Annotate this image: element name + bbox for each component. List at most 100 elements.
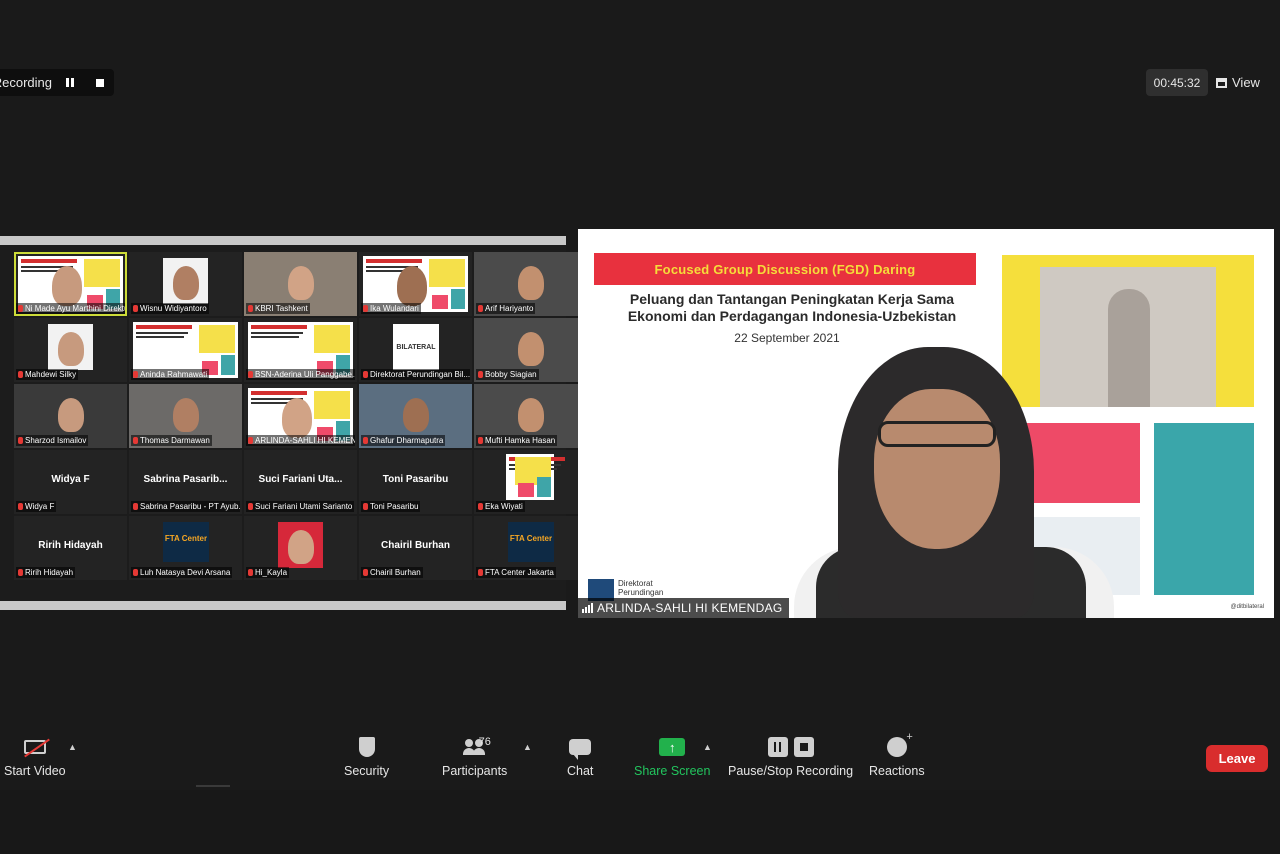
participant-tile[interactable]: Sharzod Ismailov xyxy=(14,384,127,448)
participant-name-label: Aninda Rahmawati xyxy=(131,369,210,380)
share-options-caret-icon[interactable]: ▲ xyxy=(703,742,712,752)
participant-tile[interactable]: Ghafur Dharmaputra xyxy=(359,384,472,448)
participant-display-name: Ririh Hidayah xyxy=(38,540,103,551)
participant-name-label: Hi_Kayla xyxy=(246,567,290,578)
participant-name-label: BSN-Aderina Uli Panggabe... xyxy=(246,369,355,380)
participant-tile[interactable]: Suci Fariani Uta... Suci Fariani Utami Sa… xyxy=(244,450,357,514)
participant-tile[interactable]: Eka Wiyati xyxy=(474,450,587,514)
participant-tile[interactable]: BSN-Aderina Uli Panggabe... xyxy=(244,318,357,382)
participant-display-name: Suci Fariani Uta... xyxy=(258,474,343,485)
participant-tile[interactable]: Hi_Kayla xyxy=(244,516,357,580)
participant-tile[interactable]: Aninda Rahmawati xyxy=(129,318,242,382)
video-options-caret-icon[interactable]: ▲ xyxy=(68,742,77,752)
participant-name: Wisnu Widiyantoro xyxy=(140,304,207,313)
mic-muted-icon xyxy=(478,371,483,378)
toolbar-divider xyxy=(196,785,230,787)
view-label: View xyxy=(1232,75,1260,90)
participant-name-label: Thomas Darmawan xyxy=(131,435,212,446)
mic-muted-icon xyxy=(248,437,253,444)
share-screen-label: Share Screen xyxy=(634,764,711,778)
bilateral-logo: BILATERAL xyxy=(393,324,439,370)
participant-tile[interactable]: FTA Center FTA Center Jakarta xyxy=(474,516,587,580)
chat-label: Chat xyxy=(567,764,594,778)
speaker-glasses xyxy=(878,421,996,447)
participants-button[interactable]: 76 Participants xyxy=(442,736,507,778)
participant-name-label: KBRI Tashkent xyxy=(246,303,310,314)
participant-name-label: Chairil Burhan xyxy=(361,567,423,578)
recording-label: Pause/Stop Recording xyxy=(728,764,854,778)
participant-face xyxy=(58,398,84,432)
participant-name: Direktorat Perundingan Bil... xyxy=(370,370,470,379)
participant-name: FTA Center Jakarta xyxy=(485,568,554,577)
participant-tile[interactable]: Bobby Siagian xyxy=(474,318,587,382)
mic-muted-icon xyxy=(133,305,138,312)
participant-tile[interactable]: Arif Hariyanto xyxy=(474,252,587,316)
participant-tile[interactable]: Chairil Burhan Chairil Burhan xyxy=(359,516,472,580)
mic-muted-icon xyxy=(18,305,23,312)
reactions-label: Reactions xyxy=(869,764,925,778)
video-camera-off-icon xyxy=(23,738,50,758)
stop-icon xyxy=(96,78,104,87)
participant-tile[interactable]: Ni Made Ayu Marthini Direktu... xyxy=(14,252,127,316)
participant-display-name: Widya F xyxy=(51,474,90,485)
share-screen-button[interactable]: ↑ Share Screen xyxy=(634,736,710,778)
participant-tile[interactable]: Wisnu Widiyantoro xyxy=(129,252,242,316)
slide-thumbnail xyxy=(506,454,565,500)
speaker-face xyxy=(874,389,1000,549)
mic-muted-icon xyxy=(133,371,138,378)
security-button[interactable]: Security xyxy=(344,736,389,778)
participant-name-label: Toni Pasaribu xyxy=(361,501,421,512)
participant-tile[interactable]: Widya F Widya F xyxy=(14,450,127,514)
participant-name: Mufti Hamka Hasan xyxy=(485,436,556,445)
participant-name: KBRI Tashkent xyxy=(255,304,308,313)
participant-tile[interactable]: Thomas Darmawan xyxy=(129,384,242,448)
social-handle: @ditbilateral xyxy=(1230,604,1264,610)
participant-name-label: Bobby Siagian xyxy=(476,369,539,380)
participant-video xyxy=(282,398,312,438)
participant-tile[interactable]: KBRI Tashkent xyxy=(244,252,357,316)
participant-tile[interactable]: Mufti Hamka Hasan xyxy=(474,384,587,448)
active-speaker-name: ARLINDA-SAHLI HI KEMENDAG xyxy=(597,601,783,615)
start-video-button[interactable]: Start Video xyxy=(4,736,66,778)
fta-center-logo: FTA Center xyxy=(508,522,554,562)
participant-name-label: Sabrina Pasaribu - PT Ayub... xyxy=(131,501,240,512)
mic-muted-icon xyxy=(478,437,483,444)
participant-name-label: Ni Made Ayu Marthini Direktu... xyxy=(16,303,125,314)
participant-name-label: Sharzod Ismailov xyxy=(16,435,89,446)
participant-face xyxy=(518,332,544,366)
view-button[interactable]: View xyxy=(1216,69,1272,96)
participant-tile[interactable]: Ririh Hidayah Ririh Hidayah xyxy=(14,516,127,580)
grid-view-icon xyxy=(1216,77,1227,88)
mic-muted-icon xyxy=(248,503,253,510)
participant-name-label: Ika Wulandari xyxy=(361,303,421,314)
participant-tile[interactable]: Toni Pasaribu Toni Pasaribu xyxy=(359,450,472,514)
participant-tile[interactable]: ARLINDA-SAHLI HI KEMEN... xyxy=(244,384,357,448)
mic-muted-icon xyxy=(363,371,368,378)
stop-recording-button[interactable] xyxy=(88,73,112,93)
mic-muted-icon xyxy=(363,503,368,510)
participant-tile[interactable]: Ika Wulandari xyxy=(359,252,472,316)
reactions-button[interactable]: Reactions xyxy=(869,731,925,778)
leave-button[interactable]: Leave xyxy=(1206,745,1268,772)
start-video-label: Start Video xyxy=(4,764,66,778)
participant-name: Widya F xyxy=(25,502,55,511)
recording-indicator: Recording... xyxy=(0,69,114,96)
participants-options-caret-icon[interactable]: ▲ xyxy=(523,742,532,752)
participant-name: Thomas Darmawan xyxy=(140,436,210,445)
participant-tile[interactable]: Mahdewi Silky xyxy=(14,318,127,382)
pause-icon xyxy=(66,78,74,87)
participant-tile[interactable]: BILATERAL Direktorat Perundingan Bil... xyxy=(359,318,472,382)
participant-tile[interactable]: Sabrina Pasarib... Sabrina Pasaribu - PT … xyxy=(129,450,242,514)
chat-button[interactable]: Chat xyxy=(567,736,593,778)
mic-muted-icon xyxy=(133,437,138,444)
mic-muted-icon xyxy=(363,305,368,312)
participant-tile[interactable]: FTA Center Luh Natasya Devi Arsana xyxy=(129,516,242,580)
mic-muted-icon xyxy=(248,305,253,312)
pause-recording-button[interactable] xyxy=(58,73,82,93)
participant-name-label: Ririh Hidayah xyxy=(16,567,76,578)
shared-screen-view[interactable]: Focused Group Discussion (FGD) Daring Pe… xyxy=(578,229,1274,618)
participants-count: 76 xyxy=(478,736,491,748)
participant-name: Ghafur Dharmaputra xyxy=(370,436,444,445)
pause-stop-recording-button[interactable]: Pause/Stop Recording xyxy=(728,736,853,778)
participant-name-label: Mahdewi Silky xyxy=(16,369,79,380)
